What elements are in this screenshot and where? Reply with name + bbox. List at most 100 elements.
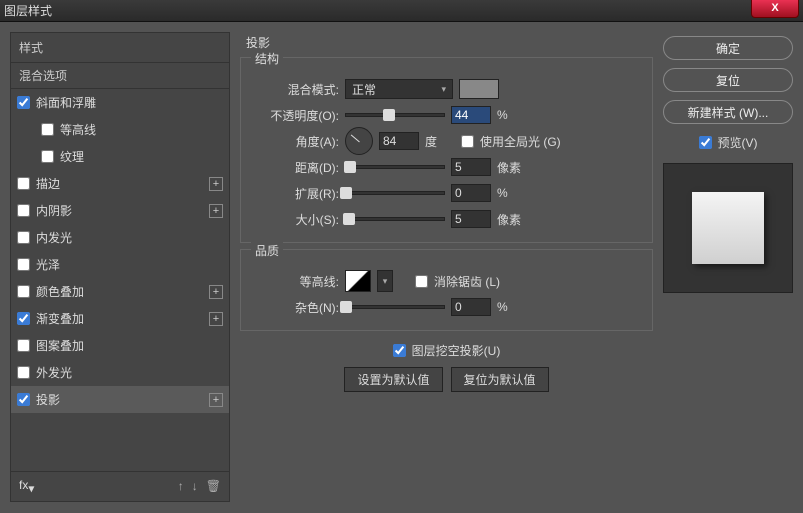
- set-default-button[interactable]: 设置为默认值: [344, 367, 442, 392]
- quality-legend: 品质: [251, 242, 283, 259]
- contour-swatch[interactable]: [345, 270, 371, 292]
- blend-mode-label: 混合模式:: [251, 81, 339, 98]
- close-button[interactable]: X: [751, 0, 799, 18]
- size-label: 大小(S):: [251, 211, 339, 228]
- sidebar-item-9[interactable]: 图案叠加: [11, 332, 229, 359]
- sidebar-item-2[interactable]: 纹理: [11, 143, 229, 170]
- arrow-up-icon[interactable]: ↑: [178, 479, 184, 493]
- sidebar-item-6[interactable]: 光泽: [11, 251, 229, 278]
- blending-options[interactable]: 混合选项: [11, 62, 229, 89]
- distance-label: 距离(D):: [251, 159, 339, 176]
- angle-dial[interactable]: [345, 127, 373, 155]
- sidebar-item-label: 渐变叠加: [36, 310, 84, 327]
- sidebar-item-checkbox[interactable]: [41, 123, 54, 136]
- sidebar-item-checkbox[interactable]: [17, 312, 30, 325]
- sidebar-item-checkbox[interactable]: [17, 339, 30, 352]
- sidebar-item-label: 光泽: [36, 256, 60, 273]
- panel-title: 投影: [240, 32, 653, 51]
- opacity-slider[interactable]: [345, 113, 445, 117]
- sidebar-item-label: 等高线: [60, 121, 96, 138]
- sidebar-item-checkbox[interactable]: [41, 150, 54, 163]
- opacity-input[interactable]: 44: [451, 106, 491, 124]
- arrow-down-icon[interactable]: ↓: [192, 479, 198, 493]
- spread-input[interactable]: 0: [451, 184, 491, 202]
- antialias-checkbox[interactable]: [415, 275, 428, 288]
- sidebar-header: 样式: [11, 33, 229, 62]
- reset-button[interactable]: 复位: [663, 68, 793, 92]
- distance-unit: 像素: [497, 159, 527, 176]
- window-title: 图层样式: [4, 2, 52, 19]
- ok-button[interactable]: 确定: [663, 36, 793, 60]
- sidebar-item-label: 图案叠加: [36, 337, 84, 354]
- sidebar-item-label: 斜面和浮雕: [36, 94, 96, 111]
- sidebar-item-label: 外发光: [36, 364, 72, 381]
- distance-slider[interactable]: [345, 165, 445, 169]
- effect-panel: 投影 结构 混合模式: 正常▾ 不透明度(O): 44 % 角度(A): 84 …: [240, 32, 653, 502]
- size-unit: 像素: [497, 211, 527, 228]
- sidebar-item-checkbox[interactable]: [17, 285, 30, 298]
- distance-input[interactable]: 5: [451, 158, 491, 176]
- sidebar-item-label: 纹理: [60, 148, 84, 165]
- sidebar-item-4[interactable]: 内阴影 +: [11, 197, 229, 224]
- sidebar-item-checkbox[interactable]: [17, 393, 30, 406]
- shadow-color-swatch[interactable]: [459, 79, 499, 99]
- sidebar-item-checkbox[interactable]: [17, 231, 30, 244]
- preview-label: 预览(V): [718, 134, 758, 151]
- chevron-down-icon: ▾: [383, 276, 388, 287]
- preview-checkbox[interactable]: [699, 136, 712, 149]
- sidebar-item-0[interactable]: 斜面和浮雕: [11, 89, 229, 116]
- sidebar-item-checkbox[interactable]: [17, 177, 30, 190]
- size-input[interactable]: 5: [451, 210, 491, 228]
- global-light-checkbox[interactable]: [461, 135, 474, 148]
- chevron-down-icon: ▾: [441, 84, 446, 95]
- spread-slider[interactable]: [345, 191, 445, 195]
- noise-slider[interactable]: [345, 305, 445, 309]
- sidebar-footer: fx▾ ↑ ↓ 🗑: [11, 471, 229, 501]
- opacity-label: 不透明度(O):: [251, 107, 339, 124]
- sidebar-item-checkbox[interactable]: [17, 258, 30, 271]
- sidebar-item-checkbox[interactable]: [17, 366, 30, 379]
- global-light-label: 使用全局光 (G): [480, 133, 561, 150]
- size-slider[interactable]: [345, 217, 445, 221]
- sidebar-item-label: 投影: [36, 391, 60, 408]
- sidebar-item-label: 描边: [36, 175, 60, 192]
- sidebar-item-checkbox[interactable]: [17, 204, 30, 217]
- quality-group: 品质 等高线: ▾ 消除锯齿 (L) 杂色(N): 0 %: [240, 249, 653, 331]
- knockout-checkbox[interactable]: [393, 344, 406, 357]
- add-effect-icon[interactable]: +: [209, 312, 223, 326]
- main: 样式 混合选项 斜面和浮雕等高线纹理描边 + 内阴影 + 内发光光泽颜色叠加 + 渐变叠加 +…: [0, 22, 803, 512]
- knockout-label: 图层挖空投影(U): [412, 342, 501, 359]
- sidebar-item-label: 内发光: [36, 229, 72, 246]
- spread-label: 扩展(R):: [251, 185, 339, 202]
- structure-legend: 结构: [251, 50, 283, 67]
- sidebar-item-label: 内阴影: [36, 202, 72, 219]
- contour-label: 等高线:: [251, 273, 339, 290]
- contour-picker[interactable]: ▾: [377, 270, 393, 292]
- trash-icon[interactable]: 🗑: [206, 479, 221, 493]
- blend-mode-select[interactable]: 正常▾: [345, 79, 453, 99]
- add-effect-icon[interactable]: +: [209, 393, 223, 407]
- new-style-button[interactable]: 新建样式 (W)...: [663, 100, 793, 124]
- sidebar-item-1[interactable]: 等高线: [11, 116, 229, 143]
- fx-menu[interactable]: fx▾: [19, 478, 34, 495]
- add-effect-icon[interactable]: +: [209, 177, 223, 191]
- styles-sidebar: 样式 混合选项 斜面和浮雕等高线纹理描边 + 内阴影 + 内发光光泽颜色叠加 + 渐变叠加 +…: [10, 32, 230, 502]
- add-effect-icon[interactable]: +: [209, 285, 223, 299]
- angle-input[interactable]: 84: [379, 132, 419, 150]
- sidebar-item-8[interactable]: 渐变叠加 +: [11, 305, 229, 332]
- structure-group: 结构 混合模式: 正常▾ 不透明度(O): 44 % 角度(A): 84 度 使…: [240, 57, 653, 243]
- sidebar-item-7[interactable]: 颜色叠加 +: [11, 278, 229, 305]
- sidebar-item-label: 颜色叠加: [36, 283, 84, 300]
- preview-box: [663, 163, 793, 293]
- noise-label: 杂色(N):: [251, 299, 339, 316]
- sidebar-item-5[interactable]: 内发光: [11, 224, 229, 251]
- reset-default-button[interactable]: 复位为默认值: [451, 367, 549, 392]
- angle-label: 角度(A):: [251, 133, 339, 150]
- sidebar-item-checkbox[interactable]: [17, 96, 30, 109]
- preview-swatch: [692, 192, 764, 264]
- add-effect-icon[interactable]: +: [209, 204, 223, 218]
- noise-input[interactable]: 0: [451, 298, 491, 316]
- sidebar-item-10[interactable]: 外发光: [11, 359, 229, 386]
- sidebar-item-3[interactable]: 描边 +: [11, 170, 229, 197]
- sidebar-item-11[interactable]: 投影 +: [11, 386, 229, 413]
